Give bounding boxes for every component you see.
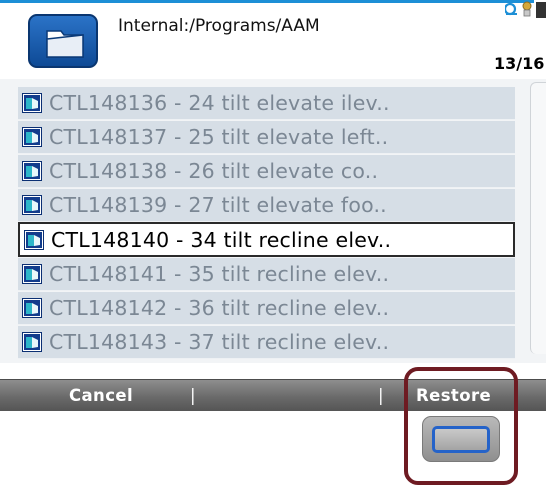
hardware-softkey-face [432,426,490,453]
status-icon [505,0,546,22]
list-item[interactable]: CTL148139 - 27 tilt elevate foo.. [18,189,515,222]
softkey-separator: | [190,386,196,405]
softkey-separator: | [378,386,384,405]
program-file-icon [22,264,42,284]
program-file-icon [22,332,42,352]
list-item-label: CTL148143 - 37 tilt recline elev.. [49,330,390,354]
program-file-icon [22,93,42,113]
list-item[interactable]: CTL148138 - 26 tilt elevate co.. [18,155,515,188]
item-count: 13/16 [494,54,545,73]
program-file-icon [22,161,42,181]
list-item[interactable]: CTL148136 - 24 tilt elevate ilev.. [18,87,515,120]
list-item-label: CTL148142 - 36 tilt recline elev.. [49,296,390,320]
header: Internal:/Programs/AAM 13/16 [0,0,546,78]
hardware-softkey-button[interactable] [422,416,500,462]
list-item-label: CTL148137 - 25 tilt elevate left.. [49,125,389,149]
header-accent-line [0,0,534,3]
list-item[interactable]: CTL148137 - 25 tilt elevate left.. [18,121,515,154]
folder-icon [46,30,84,58]
list-item[interactable]: CTL148141 - 35 tilt recline elev.. [18,258,515,291]
program-file-icon [22,298,42,318]
list-item[interactable]: CTL148143 - 37 tilt recline elev.. [18,326,515,359]
list-item-label: CTL148141 - 35 tilt recline elev.. [49,262,390,286]
current-path: Internal:/Programs/AAM [118,16,320,36]
cancel-button[interactable]: Cancel [69,386,133,405]
list-item-label: CTL148140 - 34 tilt recline elev.. [51,227,392,252]
program-file-icon [22,195,42,215]
list-item-selected[interactable]: CTL148140 - 34 tilt recline elev.. [18,222,515,257]
scrollbar[interactable] [530,82,546,354]
list-item-label: CTL148139 - 27 tilt elevate foo.. [49,193,387,217]
list-item[interactable]: CTL148142 - 36 tilt recline elev.. [18,292,515,325]
program-file-icon [24,229,44,250]
program-file-icon [22,127,42,147]
list-item-label: CTL148138 - 26 tilt elevate co.. [49,159,379,183]
folder-button[interactable] [28,14,98,68]
list-item-label: CTL148136 - 24 tilt elevate ilev.. [49,91,390,115]
